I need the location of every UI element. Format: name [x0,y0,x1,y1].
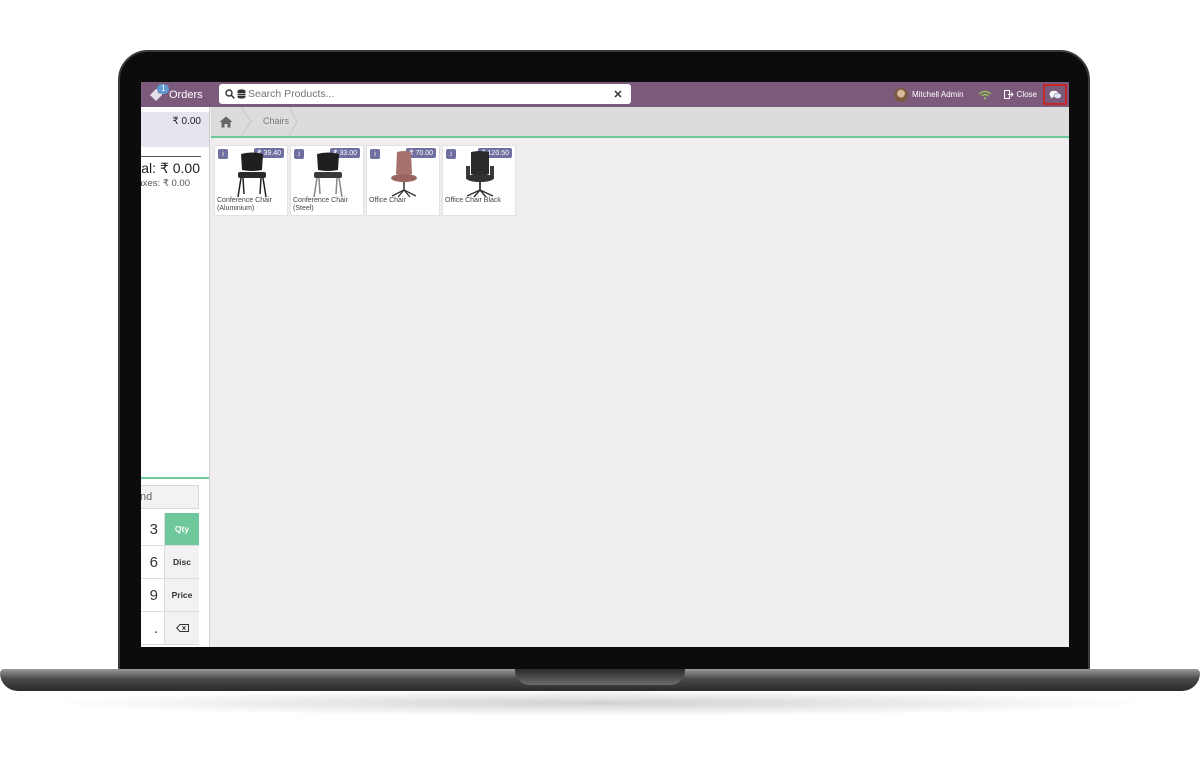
product-grid: i ₹ 39.40 Conference Chair (Aluminium) i… [214,145,516,216]
product-name: Conference Chair (Aluminium) [217,197,272,212]
pos-screen: 1 Orders ✕ Mitchell Admin Close [141,82,1069,647]
breadcrumb-separator-icon [289,107,298,136]
sign-out-icon [1003,90,1014,99]
backspace-button[interactable] [165,612,199,645]
product-card[interactable]: i ₹ 33.00 Conference Chair (Steel) [290,145,364,216]
close-label: Close [1016,90,1037,99]
close-session-button[interactable]: Close [1003,90,1037,99]
conference-chair-image [237,152,267,198]
breadcrumb-category-chairs[interactable]: Chairs [263,116,289,126]
order-total: tal: ₹ 0.00 [141,160,200,176]
order-taxes: axes: ₹ 0.00 [141,178,190,189]
panel-divider [141,477,209,479]
clear-search-icon[interactable]: ✕ [611,88,625,101]
info-icon[interactable]: i [446,149,456,159]
product-card[interactable]: i ₹ 120.50 Office Chair Black [442,145,516,216]
home-icon [219,116,233,127]
numpad-key[interactable]: 9 [141,579,165,612]
laptop-mockup: 1 Orders ✕ Mitchell Admin Close [0,0,1200,766]
top-bar: 1 Orders ✕ Mitchell Admin Close [141,82,1069,107]
search-input[interactable] [248,88,611,100]
avatar [893,87,908,102]
laptop-shadow [40,690,1160,716]
chat-bubbles-icon [1049,90,1062,99]
numpad-key[interactable]: . [141,612,165,645]
orders-button[interactable]: 1 Orders [149,84,203,105]
order-panel: ₹ 0.00 tal: ₹ 0.00 axes: ₹ 0.00 nd 3 Qty… [141,107,210,647]
info-icon[interactable]: i [294,149,304,159]
conference-chair-image [313,152,343,198]
search-icon [225,89,235,99]
discount-mode-button[interactable]: Disc [165,546,199,579]
breadcrumb-separator-icon [241,107,252,136]
home-category-button[interactable] [211,107,241,136]
info-icon[interactable]: i [370,149,380,159]
category-breadcrumb: Chairs [211,107,1069,138]
office-chair-image [391,151,417,198]
backspace-icon [175,624,189,632]
user-name: Mitchell Admin [911,90,964,99]
info-icon[interactable]: i [218,149,228,159]
order-line-price: ₹ 0.00 [172,116,201,127]
customer-button[interactable]: nd [141,485,199,509]
product-card[interactable]: i ₹ 39.40 Conference Chair (Aluminium) [214,145,288,216]
tag-icon: 1 [149,84,170,102]
numpad: 3 Qty 6 Disc 9 Price . [141,513,201,645]
product-name: Office Chair [369,197,406,204]
office-chair-black-image [466,151,494,198]
laptop-notch [515,669,685,685]
product-card[interactable]: i ₹ 70.00 Office Chair [366,145,440,216]
price-mode-button[interactable]: Price [165,579,199,612]
header-tools: Mitchell Admin Close [893,82,1069,107]
order-line[interactable]: ₹ 0.00 [141,112,209,147]
product-search[interactable]: ✕ [219,84,631,104]
orders-label: Orders [169,89,203,101]
orders-count-badge: 1 [157,84,170,94]
product-name: Conference Chair (Steel) [293,197,348,212]
product-name: Office Chair Black [445,197,501,204]
qty-mode-button[interactable]: Qty [165,513,199,546]
wifi-icon [978,90,991,99]
database-icon [237,89,246,99]
chat-button[interactable] [1043,84,1067,105]
summary-divider [141,156,201,157]
numpad-key[interactable]: 6 [141,546,165,579]
numpad-key[interactable]: 3 [141,513,165,546]
user-menu[interactable]: Mitchell Admin [893,87,964,102]
